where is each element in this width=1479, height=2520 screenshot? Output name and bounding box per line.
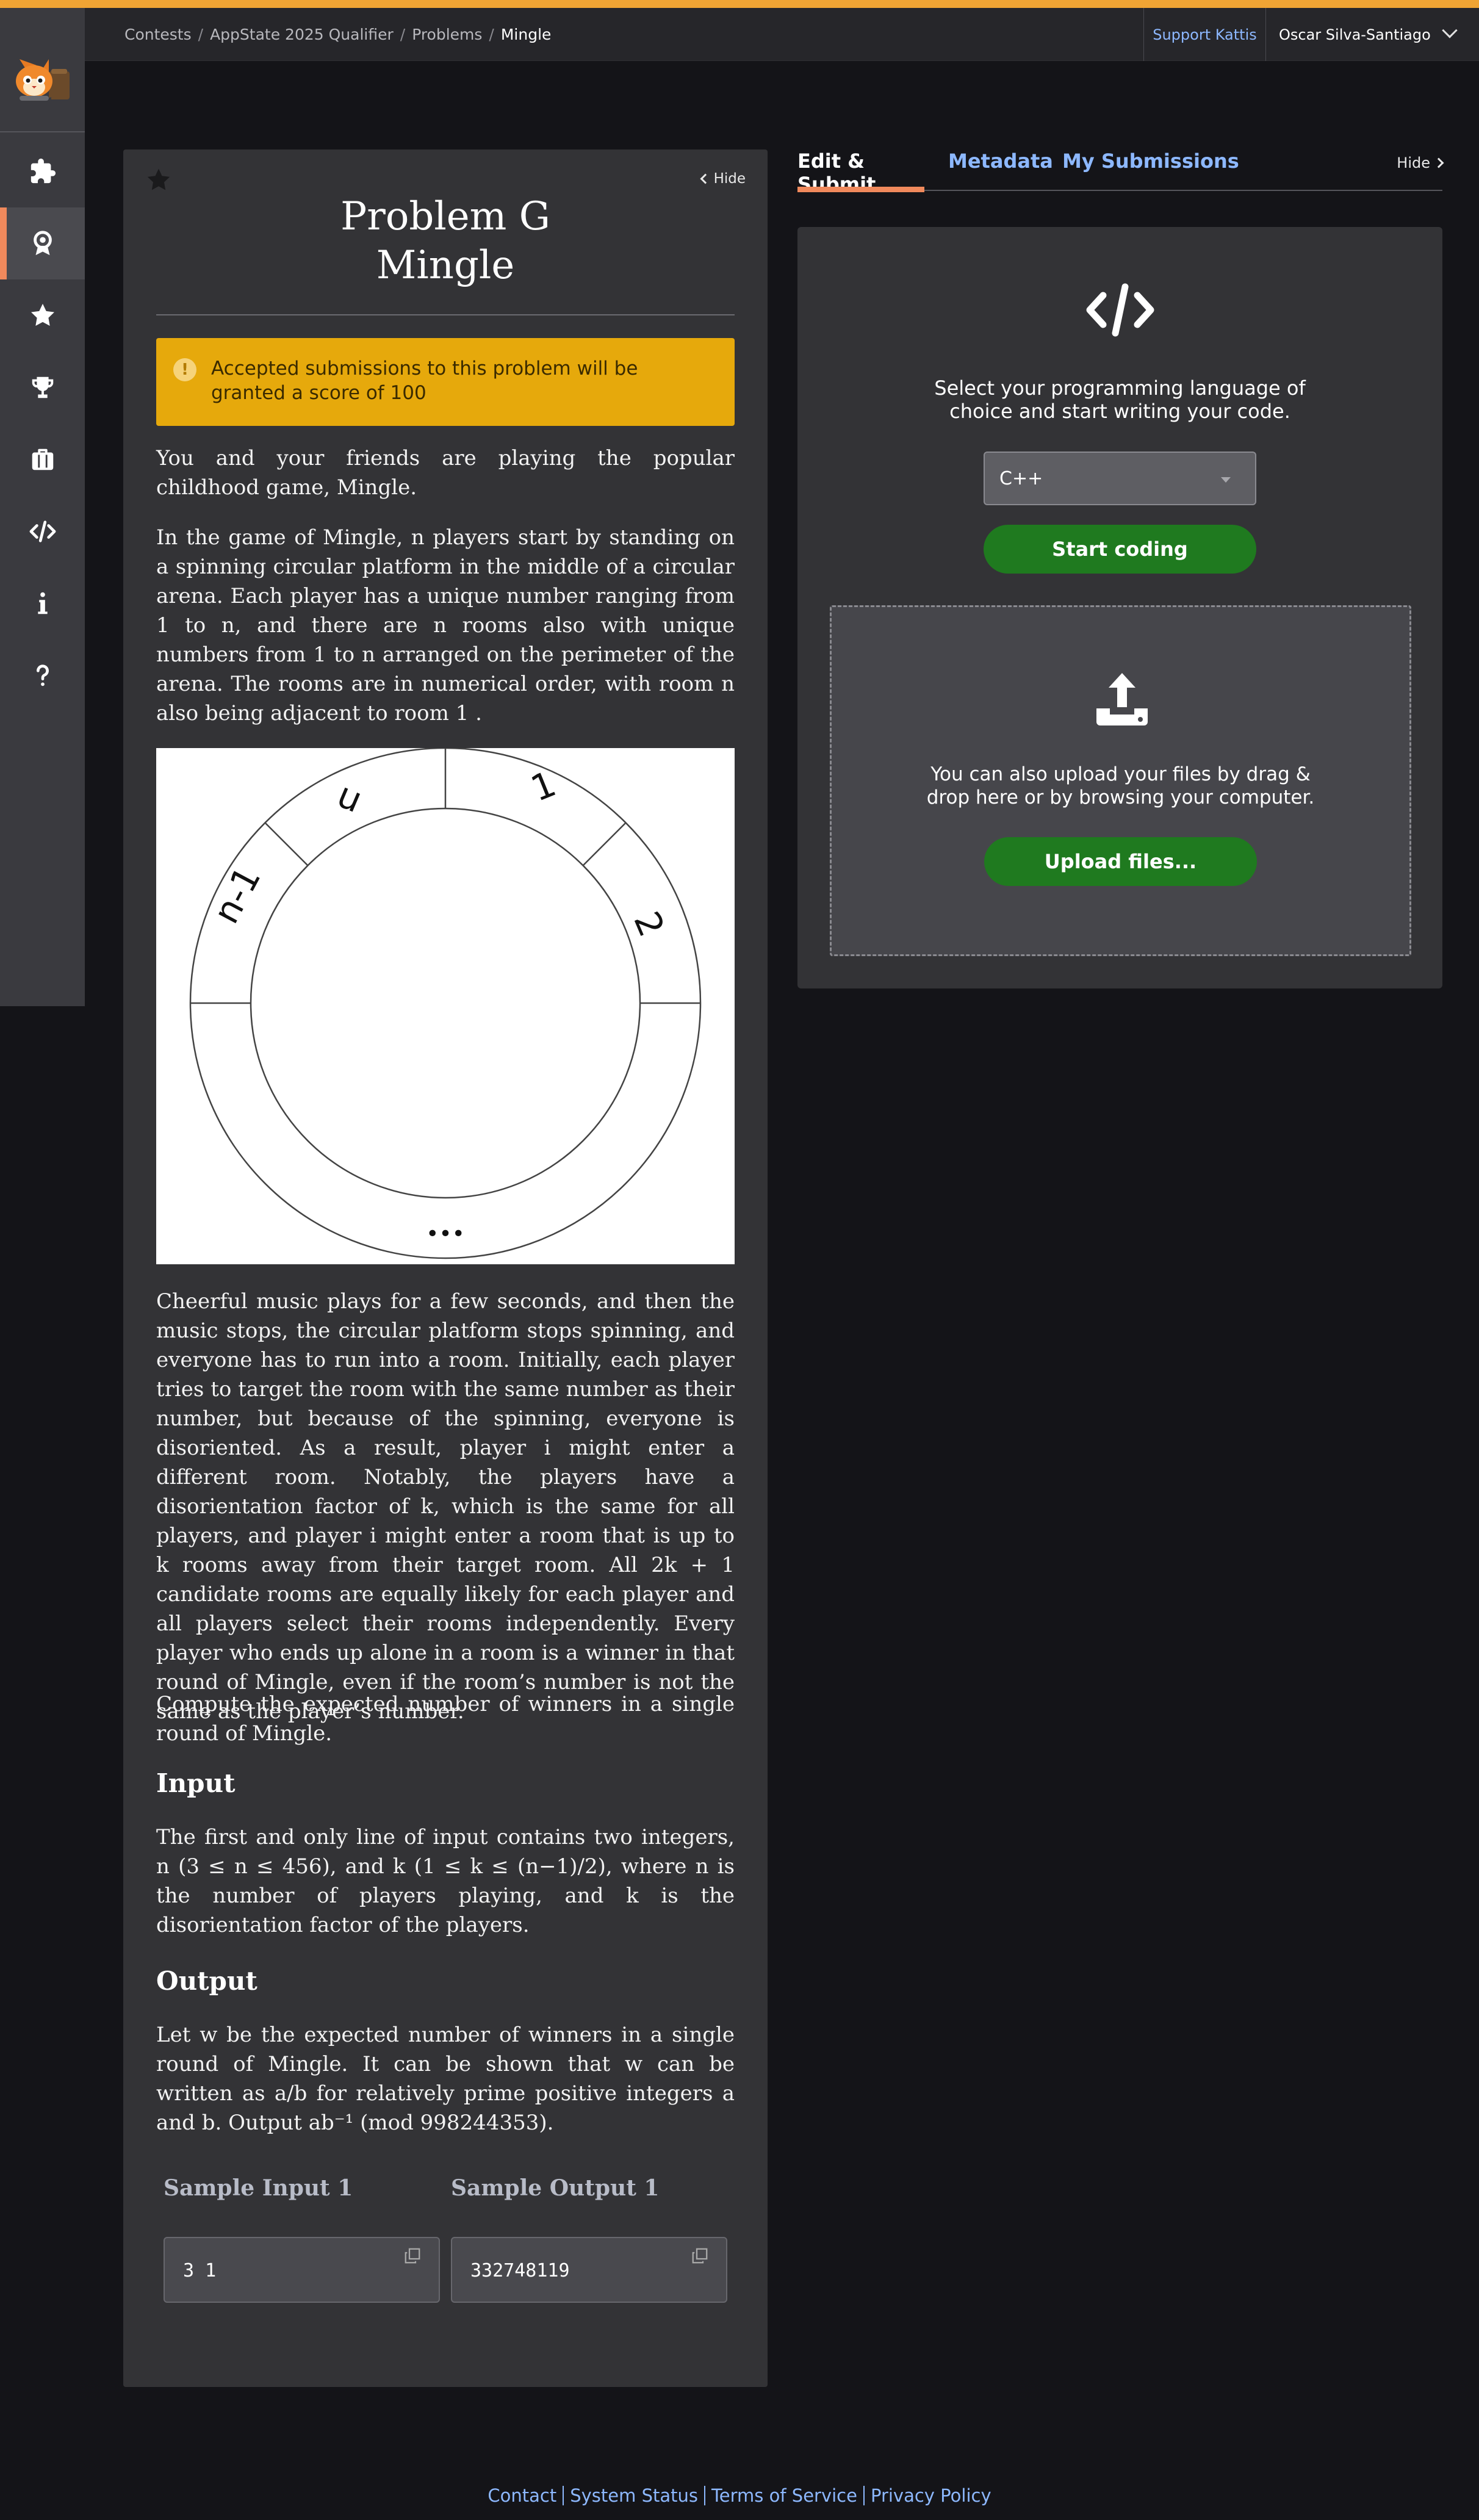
sidebar-item-contests[interactable]	[0, 351, 85, 423]
hide-problem-button[interactable]: Hide	[700, 171, 746, 187]
badge-icon	[33, 231, 52, 256]
output-description: Let w be the expected number of winners …	[156, 2023, 735, 2135]
select-text-line: Select your programming language of	[934, 376, 1306, 400]
upload-text-line: drop here or by browsing your computer.	[926, 787, 1315, 808]
hide-label: Hide	[1397, 154, 1430, 171]
sidebar-divider	[0, 131, 85, 132]
upload-icon	[1096, 673, 1148, 725]
tab-edit-submit[interactable]: Edit & Submit	[797, 149, 924, 196]
upload-hint-text: You can also upload your files by drag &…	[832, 763, 1409, 809]
editor-panel: Select your programming language of choi…	[797, 227, 1442, 988]
hide-submit-button[interactable]: Hide	[1397, 154, 1444, 171]
chevron-right-icon	[1433, 157, 1444, 168]
breadcrumb-contests[interactable]: Contests	[124, 26, 192, 43]
sidebar-item-info[interactable]	[0, 567, 85, 639]
chevron-down-icon	[1442, 22, 1458, 38]
tab-metadata[interactable]: Metadata	[948, 149, 1053, 191]
favourite-star-icon[interactable]	[145, 167, 172, 193]
dropdown-caret-icon	[1221, 477, 1231, 483]
code-icon	[1086, 283, 1154, 337]
trophy-icon	[32, 376, 53, 398]
upload-files-button[interactable]: Upload files...	[984, 837, 1257, 886]
user-name: Oscar Silva-Santiago	[1279, 26, 1431, 43]
footer-contact[interactable]: Contact	[481, 2485, 563, 2506]
file-dropzone[interactable]: You can also upload your files by drag &…	[830, 605, 1411, 956]
arena-figure: n 1 2 n-1 •••	[156, 747, 735, 1264]
help-icon	[36, 664, 49, 686]
top-bar: Contests / AppState 2025 Qualifier / Probl…	[85, 8, 1479, 61]
output-heading: Output	[156, 1966, 257, 1996]
star-icon	[31, 303, 54, 326]
language-value: C++	[999, 467, 1043, 489]
submit-tabs: Edit & Submit Metadata My Submissions Hi…	[797, 149, 1444, 196]
sidebar-item-jobs[interactable]	[0, 423, 85, 495]
paragraph-task: Compute the expected number of winners i…	[156, 1692, 735, 1746]
breadcrumb-current: Mingle	[500, 26, 552, 43]
paragraph-intro: You and your friends are playing the pop…	[156, 446, 735, 500]
language-select[interactable]: C++	[984, 452, 1256, 505]
briefcase-icon	[32, 448, 53, 470]
input-heading: Input	[156, 1768, 236, 1798]
footer-privacy[interactable]: Privacy Policy	[865, 2485, 998, 2506]
arena-diagram: n 1 2 n-1 •••	[189, 747, 702, 1259]
score-notice: ! Accepted submissions to this problem w…	[156, 338, 735, 426]
info-icon	[37, 592, 48, 614]
puzzle-icon	[31, 158, 56, 184]
ellipsis-label: •••	[426, 1222, 465, 1247]
room-label-2: 2	[625, 905, 672, 943]
title-divider	[156, 314, 735, 315]
room-label-n: n	[329, 779, 366, 826]
code-icon	[29, 520, 56, 542]
select-text-line: choice and start writing your code.	[949, 400, 1290, 423]
breadcrumb-problems[interactable]: Problems	[412, 26, 482, 43]
hide-label: Hide	[713, 171, 746, 187]
problem-letter: Problem G	[340, 194, 550, 239]
paragraph-description: Cheerful music plays for a few seconds, …	[156, 1289, 735, 1724]
tab-my-submissions[interactable]: My Submissions	[1062, 149, 1239, 191]
breadcrumb: Contests / AppState 2025 Qualifier / Probl…	[124, 26, 552, 43]
room-label-1: 1	[525, 763, 562, 810]
copy-icon[interactable]	[403, 2247, 422, 2265]
chevron-left-icon	[700, 173, 711, 184]
sidebar-item-problems[interactable]	[0, 135, 85, 207]
sidebar	[0, 8, 85, 1006]
start-coding-button[interactable]: Start coding	[984, 525, 1256, 574]
sidebar-item-languages[interactable]	[0, 495, 85, 567]
problem-panel: Hide Problem G Mingle ! Accepted submiss…	[123, 149, 768, 2387]
top-accent-stripe	[0, 0, 1479, 8]
breadcrumb-contest[interactable]: AppState 2025 Qualifier	[210, 26, 394, 43]
room-label-n-minus-1: n-1	[205, 860, 268, 930]
notice-text: Accepted submissions to this problem wil…	[211, 358, 638, 404]
problem-title: Problem G Mingle	[123, 192, 768, 290]
footer: Contact System Status Terms of Service P…	[0, 2485, 1479, 2506]
sample-output-box[interactable]: 332748119	[451, 2237, 727, 2303]
problem-name: Mingle	[376, 243, 515, 288]
sidebar-item-help[interactable]	[0, 639, 85, 711]
select-language-text: Select your programming language of choi…	[797, 376, 1442, 423]
sidebar-item-favourites[interactable]	[0, 279, 85, 351]
input-description: The first and only line of input contain…	[156, 1825, 735, 1937]
sample-input-box[interactable]: 3 1	[164, 2237, 440, 2303]
paragraph-rules: In the game of Mingle, n players start b…	[156, 525, 735, 725]
footer-terms[interactable]: Terms of Service	[705, 2485, 863, 2506]
upload-text-line: You can also upload your files by drag &	[930, 763, 1311, 785]
footer-system-status[interactable]: System Status	[564, 2485, 704, 2506]
sample-input-value: 3 1	[183, 2260, 217, 2281]
sample-output-label: Sample Output 1	[451, 2175, 660, 2201]
support-link[interactable]: Support Kattis	[1143, 8, 1266, 61]
copy-icon[interactable]	[691, 2247, 709, 2265]
kattis-logo[interactable]	[11, 47, 74, 106]
sidebar-item-challenge[interactable]	[0, 207, 85, 279]
user-menu[interactable]: Oscar Silva-Santiago	[1267, 8, 1479, 61]
sample-output-value: 332748119	[470, 2260, 570, 2281]
sample-input-label: Sample Input 1	[164, 2175, 353, 2201]
exclamation-icon: !	[173, 358, 196, 381]
